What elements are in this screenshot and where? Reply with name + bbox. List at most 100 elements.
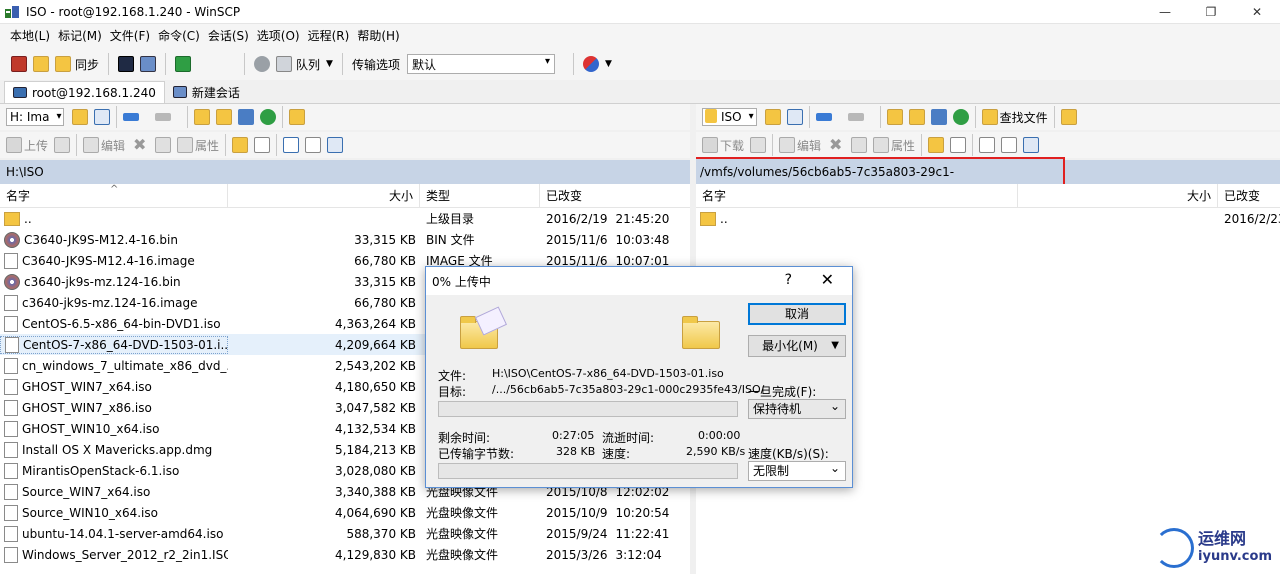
file-size: 4,209,664 KB: [335, 337, 416, 352]
upload-button[interactable]: 上传: [24, 137, 48, 154]
copy-icon[interactable]: [54, 137, 71, 153]
select-filter-icon[interactable]: [1023, 137, 1040, 153]
home-icon[interactable]: [238, 109, 255, 125]
menu-file[interactable]: 文件(F): [106, 26, 154, 46]
properties-icon[interactable]: [177, 137, 194, 153]
terminal-button[interactable]: [115, 53, 137, 75]
root-folder-icon[interactable]: [216, 109, 233, 125]
compare-button[interactable]: [30, 53, 52, 75]
table-row[interactable]: C3640-JK9S-M12.4-16.bin 33,315 KB BIN 文件 20…: [0, 229, 690, 250]
queue-button[interactable]: 队列 ▼: [273, 53, 336, 75]
upload-icon[interactable]: [6, 137, 22, 153]
select-plus-icon[interactable]: [283, 137, 300, 153]
find-icon[interactable]: [1060, 109, 1077, 125]
edit-button[interactable]: 编辑: [797, 137, 821, 154]
file-date: 2016/2/23: [1224, 211, 1280, 226]
dialog-close-button[interactable]: ✕: [821, 270, 834, 289]
table-row[interactable]: Windows_Server_2012_r2_2in1.ISO 4,129,830…: [0, 544, 690, 565]
file-modified: 2015/10/9 10:20:54: [540, 506, 690, 520]
find-icon[interactable]: [289, 109, 306, 125]
table-row[interactable]: ubuntu-14.04.1-server-amd64.iso 588,370 K…: [0, 523, 690, 544]
edit-button[interactable]: 编辑: [101, 137, 125, 154]
synchronize-button[interactable]: 同步: [52, 53, 102, 75]
table-row[interactable]: Source_WIN10_x64.iso 4,064,690 KB 光盘映像文件 20…: [0, 502, 690, 523]
new-file-icon[interactable]: [254, 137, 271, 153]
properties-button[interactable]: 属性: [195, 137, 219, 154]
parent-folder-icon[interactable]: [194, 109, 211, 125]
delete-icon[interactable]: ✖: [829, 137, 845, 153]
table-row[interactable]: .. 上级目录 2016/2/19 21:45:20: [0, 208, 690, 229]
menu-options[interactable]: 选项(O): [253, 26, 304, 46]
right-path-highlight[interactable]: /vmfs/volumes/56cb6ab5-7c35a803-29c1-000…: [694, 157, 1065, 205]
help-button[interactable]: ?: [785, 272, 792, 288]
new-folder-icon[interactable]: [232, 137, 249, 153]
parent-folder-icon[interactable]: [886, 109, 903, 125]
cancel-button[interactable]: 取消: [748, 303, 846, 325]
menu-local[interactable]: 本地(L): [6, 26, 54, 46]
minimize-button[interactable]: —: [1142, 0, 1188, 24]
right-dir-select[interactable]: ISO: [702, 108, 757, 126]
col-modified[interactable]: 已改变: [1218, 184, 1280, 207]
menu-remote[interactable]: 远程(R): [304, 26, 354, 46]
edit-icon[interactable]: [779, 137, 796, 153]
refresh-session-button[interactable]: [172, 53, 194, 75]
file-name: CentOS-7-x86_64-DVD-1503-01.i...: [23, 337, 228, 352]
filter-icon[interactable]: [786, 109, 803, 125]
refresh-icon[interactable]: [260, 109, 277, 125]
transfer-preset-select[interactable]: 默认: [406, 54, 555, 74]
rename-icon[interactable]: [851, 137, 868, 153]
forward-arrow-icon[interactable]: [847, 113, 864, 121]
filter-icon[interactable]: [94, 109, 111, 125]
col-name[interactable]: 名字: [696, 184, 1018, 207]
back-arrow-icon[interactable]: [123, 113, 140, 121]
left-path-bar[interactable]: H:\ISO: [0, 160, 690, 184]
minimize-dialog-button[interactable]: 最小化(M): [748, 335, 846, 357]
select-plus-icon[interactable]: [979, 137, 996, 153]
left-drive-select[interactable]: H: Ima: [6, 108, 65, 126]
back-arrow-icon[interactable]: [815, 113, 832, 121]
color-button[interactable]: ▼: [580, 53, 615, 75]
new-file-icon[interactable]: [950, 137, 967, 153]
menu-mark[interactable]: 标记(M): [54, 26, 106, 46]
delete-icon[interactable]: ✖: [133, 137, 149, 153]
on-complete-select[interactable]: 保持待机: [748, 397, 846, 419]
preferences-button[interactable]: [251, 53, 273, 75]
select-minus-icon[interactable]: [1001, 137, 1018, 153]
col-modified[interactable]: 已改变: [540, 184, 690, 207]
putty-button[interactable]: [137, 53, 159, 75]
home-icon[interactable]: [930, 109, 947, 125]
refresh-icon[interactable]: [952, 109, 969, 125]
menu-session[interactable]: 会话(S): [204, 26, 253, 46]
local-panel-button[interactable]: [8, 53, 30, 75]
list-item[interactable]: .. 2016/2/23: [696, 208, 1280, 229]
close-window-button[interactable]: ✕: [1234, 0, 1280, 24]
open-folder-icon[interactable]: [764, 109, 781, 125]
col-size[interactable]: 大小: [1018, 184, 1218, 207]
speed-limit-select[interactable]: 无限制: [748, 459, 846, 481]
select-filter-icon[interactable]: [327, 137, 344, 153]
properties-icon[interactable]: [873, 137, 890, 153]
menu-command[interactable]: 命令(C): [154, 26, 204, 46]
file-size: 3,047,582 KB: [335, 400, 416, 415]
forward-arrow-icon[interactable]: [155, 113, 172, 121]
col-name[interactable]: 名字 ^: [0, 184, 228, 207]
tab-session-root[interactable]: root@192.168.1.240: [4, 81, 165, 103]
download-button[interactable]: 下载: [720, 137, 744, 154]
root-folder-icon[interactable]: [908, 109, 925, 125]
menu-help[interactable]: 帮助(H): [353, 26, 403, 46]
copy-icon[interactable]: [750, 137, 767, 153]
find-files-button[interactable]: 查找文件: [1000, 109, 1048, 126]
rename-icon[interactable]: [155, 137, 172, 153]
col-size[interactable]: 大小: [228, 184, 420, 207]
window-title: ISO - root@192.168.1.240 - WinSCP: [26, 4, 241, 19]
tab-new-session[interactable]: 新建会话: [165, 81, 248, 103]
maximize-button[interactable]: ❐: [1188, 0, 1234, 24]
col-type[interactable]: 类型: [420, 184, 540, 207]
download-icon[interactable]: [702, 137, 718, 153]
edit-icon[interactable]: [83, 137, 100, 153]
select-minus-icon[interactable]: [305, 137, 322, 153]
properties-button[interactable]: 属性: [891, 137, 915, 154]
new-folder-icon[interactable]: [928, 137, 945, 153]
watermark-logo-icon: [1154, 528, 1195, 568]
open-folder-icon[interactable]: [72, 109, 89, 125]
